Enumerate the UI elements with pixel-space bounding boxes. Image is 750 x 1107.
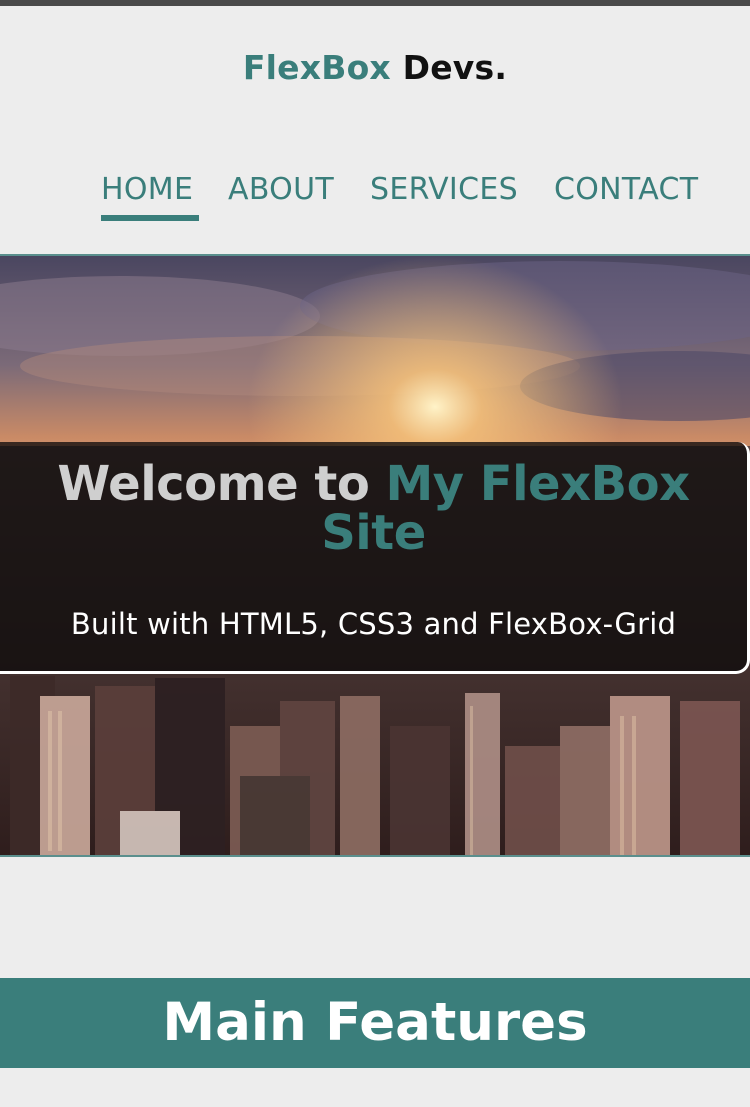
hero-subtitle: Built with HTML5, CSS3 and FlexBox-Grid bbox=[70, 607, 677, 641]
hero-title-accent: My FlexBox Site bbox=[321, 456, 690, 561]
hero-title: Welcome to My FlexBox Site bbox=[30, 460, 717, 558]
site-logo[interactable]: FlexBox Devs. bbox=[0, 48, 750, 87]
hero-overlay: Welcome to My FlexBox Site Built with HT… bbox=[0, 442, 750, 674]
active-nav-underline bbox=[101, 215, 199, 221]
hero-title-lead: Welcome to bbox=[57, 456, 370, 512]
brand-accent-text: FlexBox bbox=[242, 48, 391, 87]
features-banner: Main Features bbox=[0, 978, 750, 1068]
nav-link-home[interactable]: HOME bbox=[101, 172, 193, 207]
main-nav: HOME ABOUT SERVICES CONTACT bbox=[0, 172, 750, 228]
features-heading: Main Features bbox=[162, 992, 588, 1053]
hero-banner: Welcome to My FlexBox Site Built with HT… bbox=[0, 254, 750, 857]
nav-link-contact[interactable]: CONTACT bbox=[554, 172, 698, 207]
top-status-bar bbox=[0, 0, 750, 6]
brand-rest-text: Devs. bbox=[402, 48, 508, 87]
nav-link-services[interactable]: SERVICES bbox=[370, 172, 518, 207]
nav-link-about[interactable]: ABOUT bbox=[228, 172, 334, 207]
